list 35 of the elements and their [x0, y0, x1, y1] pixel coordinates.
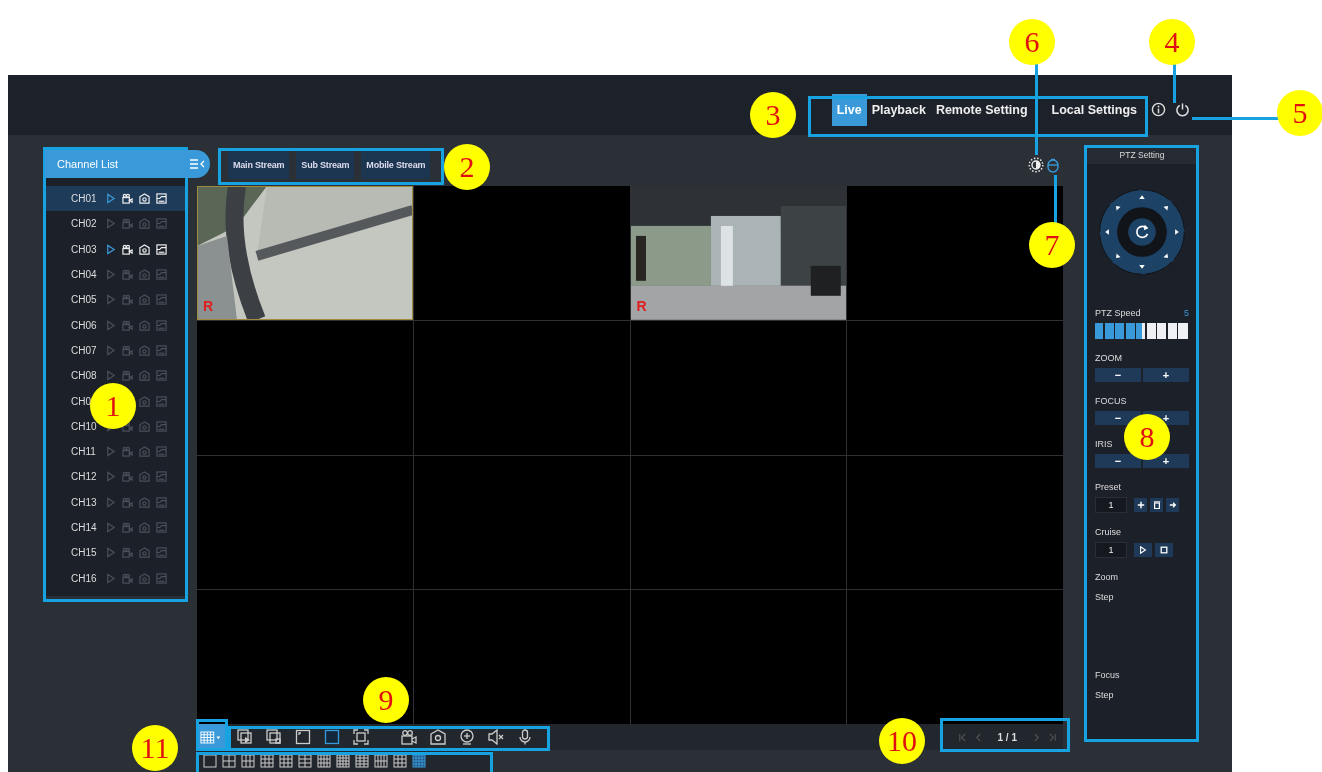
page-indicator: 1 / 1 — [997, 731, 1017, 743]
control-label: IRIS — [1095, 439, 1114, 449]
speed-value: 5 — [1184, 308, 1189, 318]
channel-name: CH01 — [71, 193, 98, 205]
recording-indicator: R — [203, 297, 214, 314]
channel-name: CH03 — [71, 243, 98, 255]
callout-tooltip: 4 — [1149, 19, 1195, 65]
cruise-label: Cruise — [1095, 527, 1122, 537]
control-label: ZOOM — [1095, 353, 1123, 363]
zoom-step-sublabel: Step — [1095, 592, 1115, 602]
speed-label: PTZ Speed — [1095, 308, 1141, 318]
channel-name: CH05 — [71, 294, 98, 306]
ptz-title: PTZ Setting — [1087, 148, 1197, 164]
control-label: FOCUS — [1095, 396, 1128, 406]
channel-name: CH08 — [71, 370, 98, 382]
channel-list-title: Channel List — [56, 158, 120, 170]
channel-name: CH0 — [71, 395, 92, 407]
channel-name: CH12 — [71, 471, 98, 483]
channel-name: CH13 — [71, 496, 98, 508]
channel-name: CH11 — [71, 446, 97, 458]
channel-name: CH10 — [71, 420, 98, 432]
callout-tooltip: 5 — [1277, 90, 1322, 136]
focus-step-label: Focus — [1095, 670, 1121, 680]
preset-label: Preset — [1095, 482, 1122, 492]
channel-name: CH16 — [71, 572, 98, 584]
recording-indicator: R — [636, 297, 647, 314]
focus-step-sublabel: Step — [1095, 690, 1115, 700]
channel-name: CH14 — [71, 522, 98, 533]
callout-tooltip: 6 — [1009, 19, 1055, 65]
channel-name: CH07 — [71, 344, 98, 356]
channel-name: CH06 — [71, 319, 98, 331]
channel-name: CH04 — [71, 269, 98, 281]
zoom-step-label: Zoom — [1095, 572, 1119, 582]
channel-name: CH02 — [71, 218, 98, 230]
channel-name: CH15 — [71, 547, 98, 559]
